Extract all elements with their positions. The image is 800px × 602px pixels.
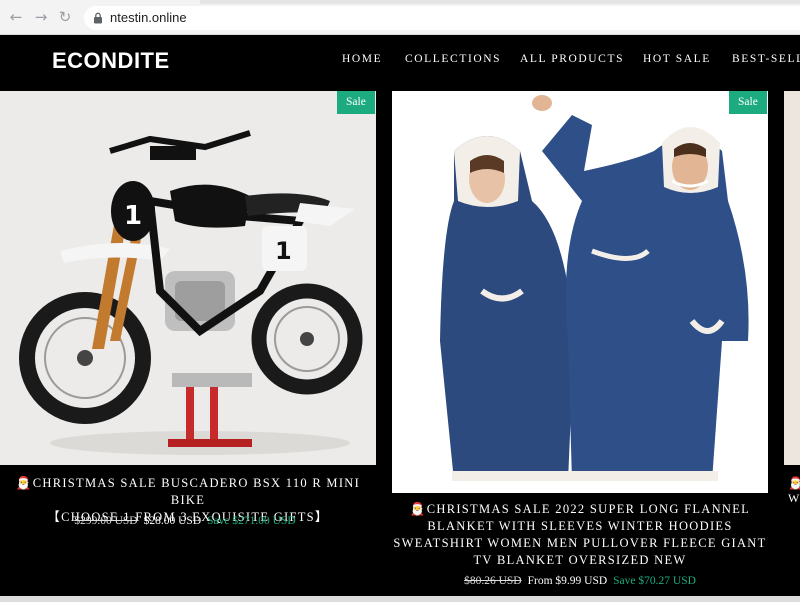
product-title-partial-text: W — [788, 491, 800, 505]
product-image-partial[interactable] — [784, 91, 800, 465]
savings-amount: Save $70.27 USD — [613, 575, 696, 587]
product-title-line: SWEATSHIRT WOMEN MEN PULLOVER FLEECE GIA… — [393, 536, 767, 550]
savings-amount: Save $271.00 USD — [207, 515, 296, 527]
product-title-line: 🎅CHRISTMAS SALE BUSCADERO BSX 110 R MINI… — [15, 476, 361, 507]
nav-home[interactable]: HOME — [342, 53, 382, 65]
product-image-mini-bike[interactable]: 1 1 — [0, 91, 376, 465]
sale-price: From $9.99 USD — [527, 575, 608, 587]
horizontal-scrollbar[interactable] — [0, 596, 800, 602]
product-price: $80.26 USD From $9.99 USD Save $70.27 USD — [392, 575, 768, 587]
product-title-partial[interactable]: 🎅 W — [788, 476, 800, 506]
product-title-line: BLANKET WITH SLEEVES WINTER HOODIES — [427, 519, 733, 533]
nav-collections[interactable]: COLLECTIONS — [405, 53, 501, 65]
mini-bike-illustration: 1 1 — [0, 91, 376, 465]
address-bar[interactable]: ntestin.online — [84, 6, 800, 30]
blanket-hoodie-illustration — [392, 91, 768, 493]
sale-price: $28.00 USD — [143, 515, 202, 527]
product-price: $299.00 USD $28.00 USD Save $271.00 USD — [0, 515, 370, 527]
product-title-line: TV BLANKET OVERSIZED NEW — [473, 553, 687, 567]
browser-toolbar: ← → ↻ ntestin.online — [0, 0, 800, 35]
svg-text:1: 1 — [124, 201, 142, 231]
product-card[interactable]: Sale 🎅CHRISTMAS SALE 2022 SUPER LONG FLA… — [392, 91, 768, 596]
url-text: ntestin.online — [110, 10, 187, 25]
sale-badge: Sale — [729, 91, 767, 114]
product-card[interactable]: 1 1 Sale 🎅CHRISTMAS SALE BUSCADERO BSX 1… — [0, 91, 376, 596]
lock-icon — [94, 12, 102, 24]
nav-hot-sale[interactable]: HOT SALE — [643, 53, 711, 65]
tab-strip — [200, 0, 800, 4]
nav-best-sellers[interactable]: BEST-SELL — [732, 53, 800, 65]
original-price: $299.00 USD — [74, 515, 138, 527]
sale-badge: Sale — [337, 91, 375, 114]
product-title-line: 🎅CHRISTMAS SALE 2022 SUPER LONG FLANNEL — [409, 502, 751, 516]
product-image-blanket-hoodie[interactable] — [392, 91, 768, 493]
forward-arrow-icon[interactable]: → — [33, 9, 49, 25]
site-header: ECONDITE HOME COLLECTIONS ALL PRODUCTS H… — [0, 35, 800, 91]
back-arrow-icon[interactable]: ← — [8, 9, 24, 25]
original-price: $80.26 USD — [464, 575, 522, 587]
svg-text:1: 1 — [275, 237, 292, 265]
nav-all-products[interactable]: ALL PRODUCTS — [520, 53, 624, 65]
reload-icon[interactable]: ↻ — [57, 9, 73, 25]
site-logo[interactable]: ECONDITE — [52, 48, 170, 74]
product-title[interactable]: 🎅CHRISTMAS SALE 2022 SUPER LONG FLANNEL … — [392, 501, 768, 569]
